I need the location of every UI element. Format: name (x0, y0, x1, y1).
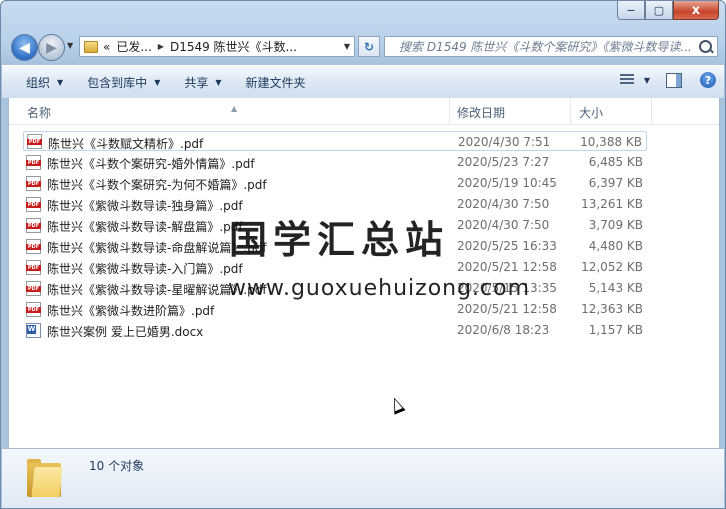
file-size: 13,261 KB (581, 197, 643, 211)
address-bar[interactable]: « 已发... ▶ D1549 陈世兴《斗数... ▼ (79, 36, 355, 57)
view-options-dropdown-icon[interactable]: ▼ (644, 76, 650, 85)
column-header-date[interactable]: 修改日期 (457, 104, 505, 121)
file-date: 2020/4/30 7:50 (457, 197, 550, 211)
file-name: 陈世兴《紫微斗数导读-独身篇》.pdf (47, 199, 243, 213)
column-headers: ▲ 名称 修改日期 大小 (9, 98, 719, 125)
file-size: 6,397 KB (588, 176, 643, 190)
details-pane: 10 个对象 (2, 448, 724, 508)
file-name: 陈世兴《斗数赋文精析》.pdf (48, 137, 204, 151)
pdf-file-icon (26, 259, 41, 275)
view-options-icon[interactable] (619, 73, 636, 87)
chevron-down-icon: ▼ (215, 77, 222, 87)
folder-icon (27, 459, 63, 497)
folder-icon (84, 40, 98, 53)
chevron-down-icon: ▼ (57, 77, 64, 87)
address-dropdown-icon[interactable]: ▼ (344, 42, 350, 51)
file-date: 2020/5/25 16:33 (457, 239, 557, 253)
include-in-library-button[interactable]: 包含到库中 ▼ (87, 74, 160, 91)
chevron-right-icon[interactable]: ▶ (158, 42, 164, 51)
watermark-title: 国学汇总站 (229, 218, 450, 262)
close-button[interactable]: x (673, 1, 719, 20)
pdf-file-icon (26, 217, 41, 233)
search-input[interactable]: 搜索 D1549 陈世兴《斗数个案研究》《紫微斗数导读... (384, 36, 718, 57)
navigation-bar: ◀ ▶ ▼ « 已发... ▶ D1549 陈世兴《斗数... ▼ ↻ 搜索 D… (1, 32, 725, 62)
file-date: 2020/5/19 10:45 (457, 176, 557, 190)
search-icon[interactable] (699, 40, 712, 53)
file-size: 6,485 KB (588, 155, 643, 169)
share-label: 共享 (184, 75, 209, 90)
file-row[interactable]: 陈世兴《紫微斗数进阶篇》.pdf 2020/5/21 12:58 12,363 KB (23, 299, 647, 319)
search-placeholder: 搜索 D1549 陈世兴《斗数个案研究》《紫微斗数导读... (399, 40, 692, 54)
title-bar: − ▢ x (1, 1, 725, 31)
file-date: 2020/5/23 7:27 (457, 155, 550, 169)
file-size: 12,052 KB (581, 260, 643, 274)
file-list: ▲ 名称 修改日期 大小 陈世兴《斗数赋文精析》.pdf 2020/4/30 7:… (8, 98, 720, 448)
file-size: 4,480 KB (588, 239, 643, 253)
pdf-file-icon (27, 133, 42, 149)
pdf-file-icon (26, 175, 41, 191)
file-size: 12,363 KB (581, 302, 643, 316)
chevron-down-icon: ▼ (154, 77, 161, 87)
preview-pane-icon[interactable] (666, 72, 682, 88)
new-folder-button[interactable]: 新建文件夹 (246, 74, 306, 91)
address-segment-parent[interactable]: 已发... (116, 38, 151, 55)
file-name: 陈世兴案例 爱上已婚男.docx (47, 325, 204, 339)
address-overflow[interactable]: « (103, 40, 110, 54)
file-row[interactable]: 陈世兴《斗数个案研究-婚外情篇》.pdf 2020/5/23 7:27 6,485 … (23, 152, 647, 172)
organize-button[interactable]: 组织 ▼ (26, 74, 63, 91)
file-name: 陈世兴《斗数个案研究-婚外情篇》.pdf (47, 157, 255, 171)
pdf-file-icon (26, 280, 41, 296)
pdf-file-icon (26, 238, 41, 254)
file-date: 2020/5/21 12:58 (457, 302, 557, 316)
pdf-file-icon (26, 154, 41, 170)
file-date: 2020/5/21 12:58 (457, 260, 557, 274)
share-button[interactable]: 共享 ▼ (184, 74, 221, 91)
organize-label: 组织 (26, 75, 51, 90)
recent-pages-dropdown-icon[interactable]: ▼ (67, 41, 73, 50)
maximize-button[interactable]: ▢ (645, 1, 673, 20)
word-document-icon (26, 322, 41, 338)
address-segment-current[interactable]: D1549 陈世兴《斗数... (170, 38, 297, 55)
file-name: 陈世兴《紫微斗数导读-解盘篇》.pdf (47, 220, 243, 234)
minimize-button[interactable]: − (617, 1, 645, 20)
new-folder-label: 新建文件夹 (245, 75, 306, 90)
file-name: 陈世兴《紫微斗数导读-入门篇》.pdf (47, 262, 243, 276)
refresh-icon[interactable]: ↻ (358, 36, 380, 57)
help-icon[interactable]: ? (700, 72, 716, 88)
file-row[interactable]: 陈世兴《斗数个案研究-为何不婚篇》.pdf 2020/5/19 10:45 6,39… (23, 173, 647, 193)
back-arrow-icon[interactable]: ◀ (11, 34, 38, 61)
file-size: 3,709 KB (588, 218, 643, 232)
sort-ascending-icon: ▲ (231, 104, 238, 113)
file-date: 2020/4/30 7:50 (457, 218, 550, 232)
file-size: 5,143 KB (588, 281, 643, 295)
pdf-file-icon (26, 196, 41, 212)
pdf-file-icon (26, 301, 41, 317)
file-name: 陈世兴《斗数个案研究-为何不婚篇》.pdf (47, 178, 267, 192)
file-row[interactable]: 陈世兴案例 爱上已婚男.docx 2020/6/8 18:23 1,157 KB (23, 320, 647, 340)
explorer-window: − ▢ x ◀ ▶ ▼ « 已发... ▶ D1549 陈世兴《斗数... ▼ … (0, 0, 726, 509)
item-count: 10 个对象 (89, 459, 145, 473)
file-size: 1,157 KB (588, 323, 643, 337)
file-date: 2020/6/8 18:23 (457, 323, 550, 337)
column-header-name[interactable]: 名称 (27, 104, 51, 121)
forward-arrow-icon[interactable]: ▶ (38, 34, 65, 61)
column-header-size[interactable]: 大小 (579, 104, 603, 121)
command-bar: 组织 ▼ 包含到库中 ▼ 共享 ▼ 新建文件夹 ▼ ? (2, 65, 724, 99)
file-row[interactable]: 陈世兴《斗数赋文精析》.pdf 2020/4/30 7:51 10,388 KB (23, 131, 647, 151)
file-date: 2020/4/30 7:51 (458, 135, 551, 149)
file-size: 10,388 KB (580, 135, 642, 149)
include-in-library-label: 包含到库中 (87, 75, 148, 90)
file-name: 陈世兴《紫微斗数进阶篇》.pdf (47, 304, 215, 318)
watermark-url: www.guoxuehuizong.com (228, 276, 531, 301)
